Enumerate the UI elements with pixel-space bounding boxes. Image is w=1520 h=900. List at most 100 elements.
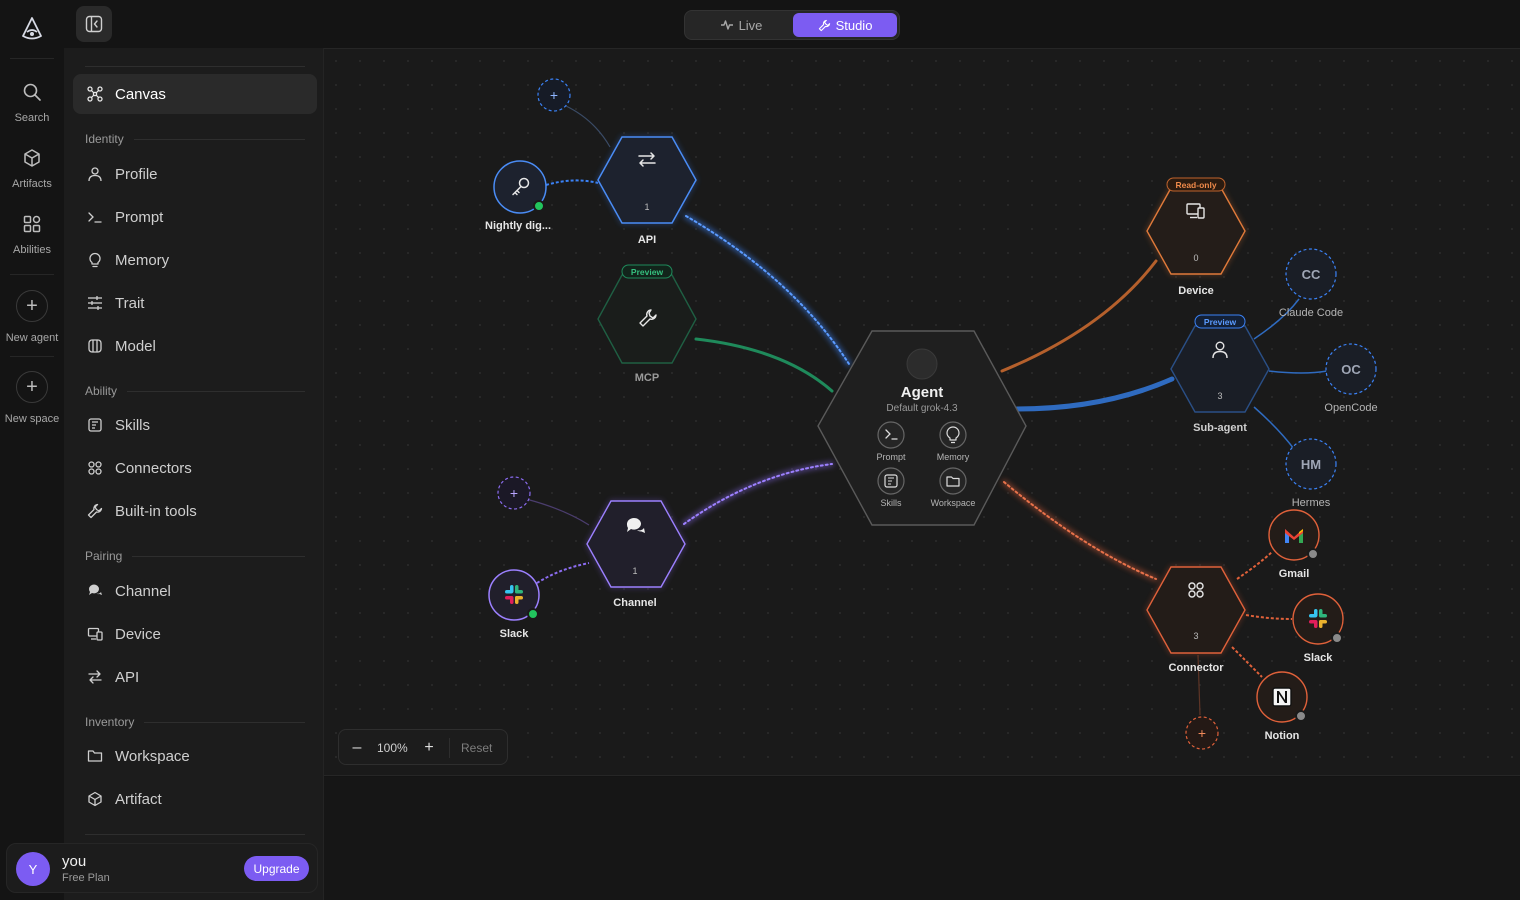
- api-node[interactable]: 1 API: [597, 136, 697, 246]
- opencode-node[interactable]: OC OpenCode: [1324, 343, 1378, 414]
- edge-connector-gmail: [1236, 551, 1273, 580]
- zoom-level: 100%: [377, 741, 408, 755]
- mcp-node[interactable]: Preview MCP: [597, 264, 697, 384]
- subagent-count: 3: [1217, 391, 1222, 401]
- hermes-label: Hermes: [1292, 497, 1331, 509]
- sidebar-item-label: Workspace: [115, 747, 190, 765]
- channel-node[interactable]: 1 Channel: [586, 500, 686, 609]
- studio-mode-label: Studio: [835, 17, 873, 33]
- nightly-label: Nightly dig...: [485, 220, 551, 232]
- user-card[interactable]: Y you Free Plan Upgrade: [6, 843, 318, 893]
- app-logo-icon[interactable]: [19, 16, 45, 42]
- sidebar-item-built-in-tools[interactable]: Built-in tools: [73, 491, 317, 531]
- sidebar-divider: [85, 66, 305, 67]
- opencode-label: OpenCode: [1324, 402, 1377, 414]
- rail-divider: [10, 58, 54, 59]
- sidebar-item-channel[interactable]: Channel: [73, 571, 317, 611]
- section-inventory: Inventory: [85, 715, 305, 729]
- nightly-node[interactable]: Nightly dig...: [485, 160, 551, 232]
- hermes-node[interactable]: HM Hermes: [1285, 438, 1337, 509]
- sidebar-item-model[interactable]: Model: [73, 326, 317, 366]
- agent-model: Default grok-4.3: [886, 403, 958, 414]
- rail-search[interactable]: Search: [0, 82, 64, 126]
- section-title: Pairing: [85, 549, 123, 563]
- zoom-out-button[interactable]: –: [347, 738, 367, 758]
- edge-agent-connector: [1002, 480, 1158, 581]
- sidebar-item-profile[interactable]: Profile: [73, 154, 317, 194]
- sidebar-item-label: Profile: [115, 165, 158, 183]
- sliders-icon: [88, 296, 102, 310]
- model-icon: [88, 339, 102, 353]
- cube-icon: [24, 149, 40, 167]
- device-node[interactable]: Read-only 0 Device: [1146, 177, 1246, 297]
- slack-channel-node[interactable]: Slack: [488, 569, 540, 640]
- sidebar-item-prompt[interactable]: Prompt: [73, 197, 317, 237]
- agent-module-prompt[interactable]: Prompt: [876, 421, 906, 462]
- section-pairing: Pairing: [85, 549, 305, 563]
- rail-new-space[interactable]: + New space: [0, 371, 64, 427]
- add-connector-button[interactable]: +: [1185, 716, 1219, 750]
- add-api-button[interactable]: +: [537, 78, 571, 112]
- agent-module-skills[interactable]: Skills: [877, 467, 905, 508]
- mcp-label: MCP: [635, 372, 659, 384]
- rail-abilities[interactable]: Abilities: [0, 214, 64, 258]
- zoom-in-button[interactable]: +: [419, 738, 439, 758]
- sidebar-collapse-icon: [85, 15, 103, 33]
- sidebar-item-connectors[interactable]: Connectors: [73, 448, 317, 488]
- gmail-label: Gmail: [1279, 568, 1310, 580]
- sidebar-item-workspace[interactable]: Workspace: [73, 736, 317, 776]
- canvas-footer-area: [324, 777, 1520, 900]
- notion-label: Notion: [1265, 730, 1300, 742]
- preview-badge-label: Preview: [631, 267, 664, 277]
- left-rail: Search Artifacts Abilities + New agent +…: [0, 0, 64, 900]
- live-mode-button[interactable]: Live: [689, 13, 793, 37]
- sidebar-item-artifact[interactable]: Artifact: [73, 779, 317, 819]
- subagent-label: Sub-agent: [1193, 422, 1247, 434]
- rail-search-label: Search: [14, 112, 50, 124]
- module-label: Skills: [880, 498, 902, 508]
- slack-channel-label: Slack: [500, 628, 530, 640]
- sidebar-item-skills[interactable]: Skills: [73, 405, 317, 445]
- opencode-abbr: OC: [1341, 362, 1361, 377]
- agent-node[interactable]: Agent Default grok-4.3 Prompt Memory Ski…: [817, 330, 1027, 526]
- gmail-node[interactable]: Gmail: [1268, 509, 1320, 580]
- skills-icon: [88, 418, 102, 432]
- sidebar-item-label: Memory: [115, 251, 170, 269]
- sidebar-toggle-button[interactable]: [76, 6, 112, 42]
- section-ability: Ability: [85, 384, 305, 398]
- notion-icon: [1272, 687, 1292, 707]
- sidebar-divider: [85, 834, 305, 835]
- zoom-reset-button[interactable]: Reset: [461, 741, 492, 755]
- notion-node[interactable]: Notion: [1256, 671, 1308, 742]
- studio-mode-button[interactable]: Studio: [793, 13, 897, 37]
- connector-node[interactable]: 3 Connector: [1146, 566, 1246, 674]
- section-title: Inventory: [85, 715, 135, 729]
- sidebar-item-label: API: [115, 668, 140, 686]
- rail-artifacts[interactable]: Artifacts: [0, 148, 64, 192]
- connector-count: 3: [1193, 631, 1198, 641]
- rail-new-agent[interactable]: + New agent: [0, 290, 64, 346]
- channel-label: Channel: [613, 597, 656, 609]
- sidebar-item-trait[interactable]: Trait: [73, 283, 317, 323]
- sidebar-item-device[interactable]: Device: [73, 614, 317, 654]
- claude-code-node[interactable]: CC Claude Code: [1279, 248, 1343, 319]
- zoom-divider: [449, 738, 450, 758]
- graph-svg: Agent Default grok-4.3 Prompt Memory Ski…: [485, 78, 1378, 750]
- slack-connector-label: Slack: [1304, 652, 1334, 664]
- upgrade-button[interactable]: Upgrade: [244, 856, 309, 881]
- live-mode-label: Live: [738, 17, 763, 33]
- sidebar-item-api[interactable]: API: [73, 657, 317, 697]
- edge-connector-notion: [1231, 646, 1263, 678]
- sidebar-item-label: Skills: [115, 416, 151, 434]
- sidebar-item-canvas[interactable]: Canvas: [73, 74, 317, 114]
- add-channel-button[interactable]: +: [497, 476, 531, 510]
- edge-subagent-oc: [1268, 370, 1328, 374]
- sidebar-item-label: Channel: [115, 582, 171, 600]
- graph-canvas[interactable]: Agent Default grok-4.3 Prompt Memory Ski…: [324, 48, 1520, 776]
- sidebar-item-label: Artifact: [115, 790, 162, 808]
- plus-icon: +: [16, 290, 48, 322]
- preview-badge-label: Preview: [1204, 317, 1237, 327]
- subagent-node[interactable]: Preview 3 Sub-agent: [1170, 314, 1270, 434]
- sidebar-item-memory[interactable]: Memory: [73, 240, 317, 280]
- slack-connector-node[interactable]: Slack: [1292, 593, 1344, 664]
